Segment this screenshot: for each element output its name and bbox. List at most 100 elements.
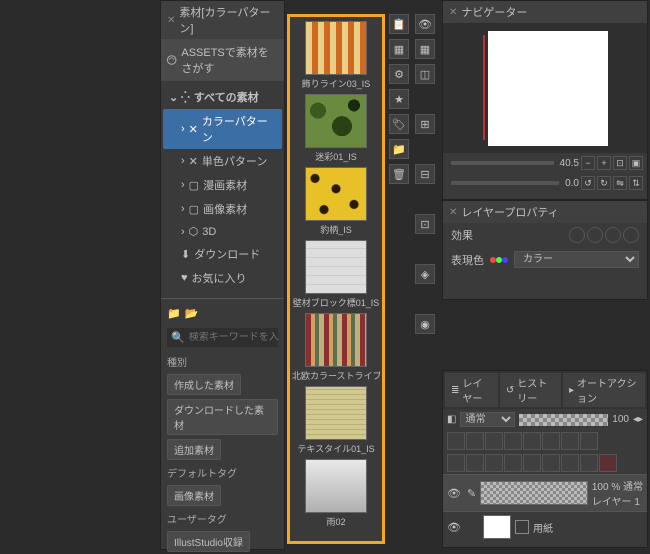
draft-icon[interactable] — [542, 432, 560, 450]
tile-icon[interactable]: ▦ — [389, 39, 409, 59]
opt1-icon[interactable]: ◫ — [415, 64, 435, 84]
opt6-icon[interactable]: ◉ — [415, 314, 435, 334]
rotation-slider[interactable] — [451, 181, 559, 185]
material-item[interactable]: 迷彩01_IS — [292, 94, 380, 163]
view-icon[interactable]: 👁 — [415, 14, 435, 34]
opt2-icon[interactable]: ⊞ — [415, 114, 435, 134]
opt4-icon[interactable]: ⊡ — [415, 214, 435, 234]
material-item[interactable]: 雨02 — [292, 459, 380, 528]
visibility-icon[interactable]: 👁 — [447, 487, 463, 500]
mask-icon[interactable] — [485, 432, 503, 450]
tree-item-all[interactable]: ⌄ ⁛ すべての素材 — [163, 85, 282, 109]
tag-icon[interactable]: 🏷 — [389, 114, 409, 134]
material-item[interactable]: テキスタイル01_IS — [292, 386, 380, 455]
blend-mode-select[interactable]: 通常 — [460, 412, 515, 427]
rotate-left-icon[interactable]: ↺ — [581, 176, 595, 190]
material-item[interactable]: 北欧カラーストライプ02 — [292, 313, 380, 382]
tree-item-manga[interactable]: › ▢ 漫画素材 — [163, 173, 282, 197]
reference-icon[interactable] — [504, 432, 522, 450]
close-icon[interactable]: ✕ — [449, 207, 457, 218]
opacity-slider[interactable] — [519, 414, 608, 426]
materials-panel: ✕ 素材[カラーパターン] ASSETSで素材をさがす ⌄ ⁛ すべての素材 ›… — [160, 0, 285, 550]
navigator-canvas[interactable] — [443, 23, 647, 153]
apply-mask-icon[interactable] — [580, 454, 598, 472]
filter-downloaded[interactable]: ダウンロードした素材 — [167, 399, 278, 435]
tree-item-color-pattern[interactable]: › ✕ カラーパターン — [163, 109, 282, 149]
folder-icon[interactable]: 📂 — [185, 307, 199, 320]
palette-icon[interactable]: ◧ — [447, 414, 456, 425]
delete-layer-icon[interactable] — [599, 454, 617, 472]
rotate-right-icon[interactable]: ↻ — [597, 176, 611, 190]
expression-select[interactable]: カラー — [514, 251, 639, 268]
materials-search[interactable]: 🔍 — [167, 328, 278, 347]
search-input[interactable] — [189, 332, 279, 343]
filter-added[interactable]: 追加素材 — [167, 439, 221, 460]
flip-h-icon[interactable]: ⇋ — [613, 176, 627, 190]
star-icon[interactable]: ★ — [389, 89, 409, 109]
transfer-icon[interactable] — [504, 454, 522, 472]
merge-icon[interactable] — [523, 454, 541, 472]
tree-item-favorite[interactable]: ♥ お気に入り — [163, 266, 282, 290]
opt3-icon[interactable]: ⊟ — [415, 164, 435, 184]
color-label-icon[interactable] — [580, 432, 598, 450]
materials-toolbar: 📁 📂 — [161, 303, 284, 324]
pattern-icon: ✕ — [189, 155, 198, 168]
tree-item-3d[interactable]: › ⬡ 3D — [163, 221, 282, 242]
layer-opacity-text: 100 % 通常 — [592, 478, 643, 493]
layer-item[interactable]: 👁 ✎ 100 % 通常 レイヤー 1 — [443, 474, 647, 511]
tree-item-image[interactable]: › ▢ 画像素材 — [163, 197, 282, 221]
effect-label: 効果 — [451, 227, 473, 243]
material-item[interactable]: 豹柄_IS — [292, 167, 380, 236]
mask-new-icon[interactable] — [561, 454, 579, 472]
tag-illuststudio[interactable]: IllustStudio収録 — [167, 531, 250, 552]
opt5-icon[interactable]: ◈ — [415, 264, 435, 284]
tab-layers[interactable]: ≣レイヤー — [445, 373, 498, 407]
effect-border-icon[interactable] — [569, 227, 585, 243]
flip-v-icon[interactable]: ⇅ — [629, 176, 643, 190]
download-icon: ⬇ — [181, 248, 190, 261]
new-folder-icon[interactable] — [466, 454, 484, 472]
visibility-icon[interactable]: 👁 — [447, 521, 463, 534]
fit-icon[interactable]: ⊡ — [613, 156, 627, 170]
layer-item[interactable]: 👁 用紙 — [443, 511, 647, 542]
grid-icon[interactable]: ▦ — [415, 39, 435, 59]
close-icon[interactable]: ✕ — [167, 15, 175, 26]
trash-icon[interactable]: 🗑 — [389, 164, 409, 184]
paste-icon[interactable]: 📋 — [389, 14, 409, 34]
effect-tone-icon[interactable] — [587, 227, 603, 243]
zoom-out-icon[interactable]: − — [581, 156, 595, 170]
link-icon[interactable] — [561, 432, 579, 450]
lock-icon[interactable] — [447, 432, 465, 450]
zoom-slider[interactable] — [451, 161, 554, 165]
tab-history[interactable]: ↺ヒストリー — [500, 373, 561, 407]
new-layer-icon[interactable] — [447, 454, 465, 472]
material-thumbnail — [305, 167, 367, 221]
opacity-stepper[interactable]: ◂▸ — [633, 414, 643, 425]
pattern-icon: ✕ — [189, 123, 198, 136]
lock-alpha-icon[interactable] — [466, 432, 484, 450]
filter-created[interactable]: 作成した素材 — [167, 374, 241, 395]
tab-autoaction[interactable]: ▸オートアクション — [563, 373, 645, 407]
zoom-in-icon[interactable]: + — [597, 156, 611, 170]
chevron-right-icon: › — [181, 179, 185, 191]
material-thumbnail — [305, 240, 367, 294]
tag-image[interactable]: 画像素材 — [167, 485, 221, 506]
close-icon[interactable]: ✕ — [449, 7, 457, 18]
effect-pattern-icon[interactable] — [605, 227, 621, 243]
assets-search-bar[interactable]: ASSETSで素材をさがす — [161, 39, 284, 81]
material-item[interactable]: 飾りライン03_IS — [292, 21, 380, 90]
folder-icon[interactable]: 📁 — [389, 139, 409, 159]
material-thumbnail — [305, 313, 367, 367]
effect-color-icon[interactable] — [623, 227, 639, 243]
combine-icon[interactable] — [542, 454, 560, 472]
clip-icon[interactable] — [523, 432, 541, 450]
new-correction-icon[interactable] — [485, 454, 503, 472]
prop-icon[interactable]: ⚙ — [389, 64, 409, 84]
material-thumbnail — [305, 459, 367, 513]
fullsize-icon[interactable]: ▣ — [629, 156, 643, 170]
tree-item-mono-pattern[interactable]: › ✕ 単色パターン — [163, 149, 282, 173]
chevron-right-icon: › — [181, 203, 185, 215]
tree-item-download[interactable]: ⬇ ダウンロード — [163, 242, 282, 266]
new-folder-icon[interactable]: 📁 — [167, 307, 181, 320]
material-item[interactable]: 壁材ブロック標01_IS — [292, 240, 380, 309]
